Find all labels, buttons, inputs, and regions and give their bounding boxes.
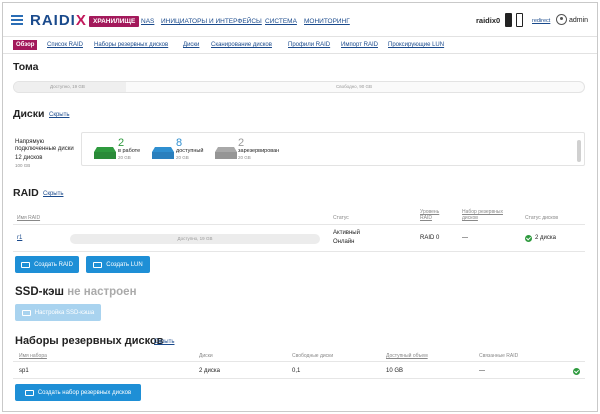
sub-navigation: Обзор Список RAID Наборы резервных диско… <box>3 37 597 54</box>
ssd-cache-setup-button[interactable]: Настройка SSD-кэша <box>15 304 101 321</box>
create-lun-button[interactable]: Создать LUN <box>86 256 150 273</box>
volumes-title: Тома <box>13 61 39 73</box>
create-spare-set-button[interactable]: Создать набор резервных дисков <box>15 384 141 401</box>
raid-row-capacity-text: Доступно, 19 GB <box>177 236 213 241</box>
raid-row-spare: — <box>462 235 468 241</box>
spare-col-free: Свободные диски <box>292 353 334 359</box>
tab-disks[interactable]: Диски <box>183 42 199 48</box>
raid-row-name[interactable]: r1 <box>17 234 22 243</box>
raid-row-divider <box>13 251 585 252</box>
create-raid-button[interactable]: Создать RAID <box>15 256 79 273</box>
create-raid-label: Создать RAID <box>34 261 73 268</box>
hamburger-menu-icon[interactable] <box>11 15 23 25</box>
raid-row-capacity-bar: Доступно, 19 GB <box>70 234 320 244</box>
tab-disk-scan[interactable]: Сканирование дисков <box>211 42 272 48</box>
ssd-cache-state: не настроен <box>67 286 137 298</box>
raid-disks-ok-icon <box>525 235 532 242</box>
menu-system[interactable]: СИСТЕМА <box>265 18 297 25</box>
volumes-capacity-bar: Доступно, 19 GB Свободно, 90 GB <box>13 81 585 93</box>
ssd-cache-setup-label: Настройка SSD-кэша <box>34 309 95 316</box>
raid-hide-link[interactable]: Скрыть <box>43 191 63 197</box>
raid-col-status: Статус <box>333 215 349 221</box>
ssd-cache-setup-icon <box>21 309 31 316</box>
disk-reserved-gb: 20 GB <box>238 155 251 160</box>
raid-title: RAID <box>13 187 39 199</box>
node-passive-icon[interactable] <box>516 13 523 27</box>
disk-in-use-gb: 20 GB <box>118 155 131 160</box>
spare-row-linked: — <box>479 368 485 374</box>
tab-spare-sets[interactable]: Наборы резервных дисков <box>94 42 168 48</box>
spare-col-linked: Связанные RAID <box>479 353 519 359</box>
disks-hide-link[interactable]: Скрыть <box>49 112 69 118</box>
disk-reserved-label: зарезервирован <box>238 148 280 154</box>
spare-col-disks: Диски <box>199 353 213 359</box>
create-raid-icon <box>21 261 31 268</box>
ssd-cache-title-text: SSD-кэш <box>15 286 65 298</box>
user-icon[interactable] <box>556 14 567 25</box>
raid-header-divider <box>13 224 585 225</box>
raidix-logo: RAIDIX <box>30 12 87 29</box>
disks-summary-box: 2 в работе 20 GB 8 доступный 20 GB 2 зар… <box>81 132 585 166</box>
volumes-available-text: Доступно, 19 GB <box>50 84 85 89</box>
ssd-cache-title: SSD-кэш не настроен <box>15 286 137 298</box>
menu-nas[interactable]: NAS <box>141 18 154 25</box>
menu-monitoring[interactable]: МОНИТОРИНГ <box>304 18 350 25</box>
disk-available-label: доступный <box>176 148 204 154</box>
spare-row-name: sp1 <box>19 368 29 374</box>
raid-row-status-1: Активный <box>333 230 360 236</box>
spare-col-name[interactable]: Имя набора <box>19 353 47 359</box>
spare-sets-title: Наборы резервных дисков <box>15 335 164 347</box>
spare-header-divider <box>13 361 585 362</box>
raid-col-disk-status: Статус дисков <box>525 215 559 221</box>
menu-storage[interactable]: ХРАНИЛИЩЕ <box>89 16 140 27</box>
tab-proxy-lun[interactable]: Прокси­рующие LUN <box>388 42 444 48</box>
raid-row-disks: 2 диска <box>535 235 556 241</box>
disk-available-gb: 20 GB <box>176 155 189 160</box>
create-lun-icon <box>93 261 103 268</box>
disks-label-line2: подключенные диски <box>15 146 74 152</box>
top-bar: RAIDIX ХРАНИЛИЩЕ NAS ИНИЦИАТОРЫ И ИНТЕРФ… <box>3 3 597 37</box>
spare-col-size[interactable]: Доступный объем <box>386 353 428 359</box>
create-lun-label: Создать LUN <box>106 261 143 268</box>
raid-col-level-2[interactable]: RAID <box>420 215 432 221</box>
disks-scrollbar[interactable] <box>577 140 581 162</box>
raid-row-level: RAID 0 <box>420 235 440 241</box>
spare-row-free: 0,1 <box>292 368 301 374</box>
raid-col-name[interactable]: Имя RAID <box>17 215 40 221</box>
raid-col-spare-2[interactable]: дисков <box>462 215 478 221</box>
create-spare-set-icon <box>24 389 34 396</box>
disk-in-use-icon <box>94 147 116 159</box>
tab-raid-import[interactable]: Импорт RAID <box>341 42 378 48</box>
disk-reserved-icon <box>215 147 237 159</box>
volumes-free-text: Свободно, 90 GB <box>336 84 372 89</box>
tab-raid-profiles[interactable]: Профили RAID <box>288 42 330 48</box>
disks-title: Диски <box>13 108 45 120</box>
disks-count-label: 12 дисков <box>15 155 43 161</box>
user-name[interactable]: admin <box>569 17 588 24</box>
menu-initiators[interactable]: ИНИЦИАТОРЫ И ИНТЕРФЕЙСЫ <box>161 18 262 25</box>
spare-row-disks: 2 диска <box>199 368 220 374</box>
spare-row-ok-icon <box>573 368 580 375</box>
redirect-link[interactable]: redirect <box>532 18 550 24</box>
raid-row-status-2: Онлайн <box>333 239 355 245</box>
node-active-icon[interactable] <box>505 13 512 27</box>
spare-row-size: 10 GB <box>386 368 404 374</box>
device-name: raidix0 <box>476 16 501 25</box>
tab-raid-list[interactable]: Список RAID <box>47 42 83 48</box>
tab-overview[interactable]: Обзор <box>13 40 38 50</box>
disks-label-line1: Напрямую <box>15 139 45 145</box>
spare-row-divider <box>13 378 585 379</box>
create-spare-set-label: Создать набор резервных дисков <box>37 389 132 396</box>
app-window: RAIDIX ХРАНИЛИЩЕ NAS ИНИЦИАТОРЫ И ИНТЕРФ… <box>2 2 598 412</box>
disk-in-use-label: в работе <box>118 148 141 154</box>
spare-sets-hide-link[interactable]: Скрыть <box>154 339 174 345</box>
disks-count-gb: 100 GB <box>15 163 31 168</box>
disk-available-icon <box>152 147 174 159</box>
